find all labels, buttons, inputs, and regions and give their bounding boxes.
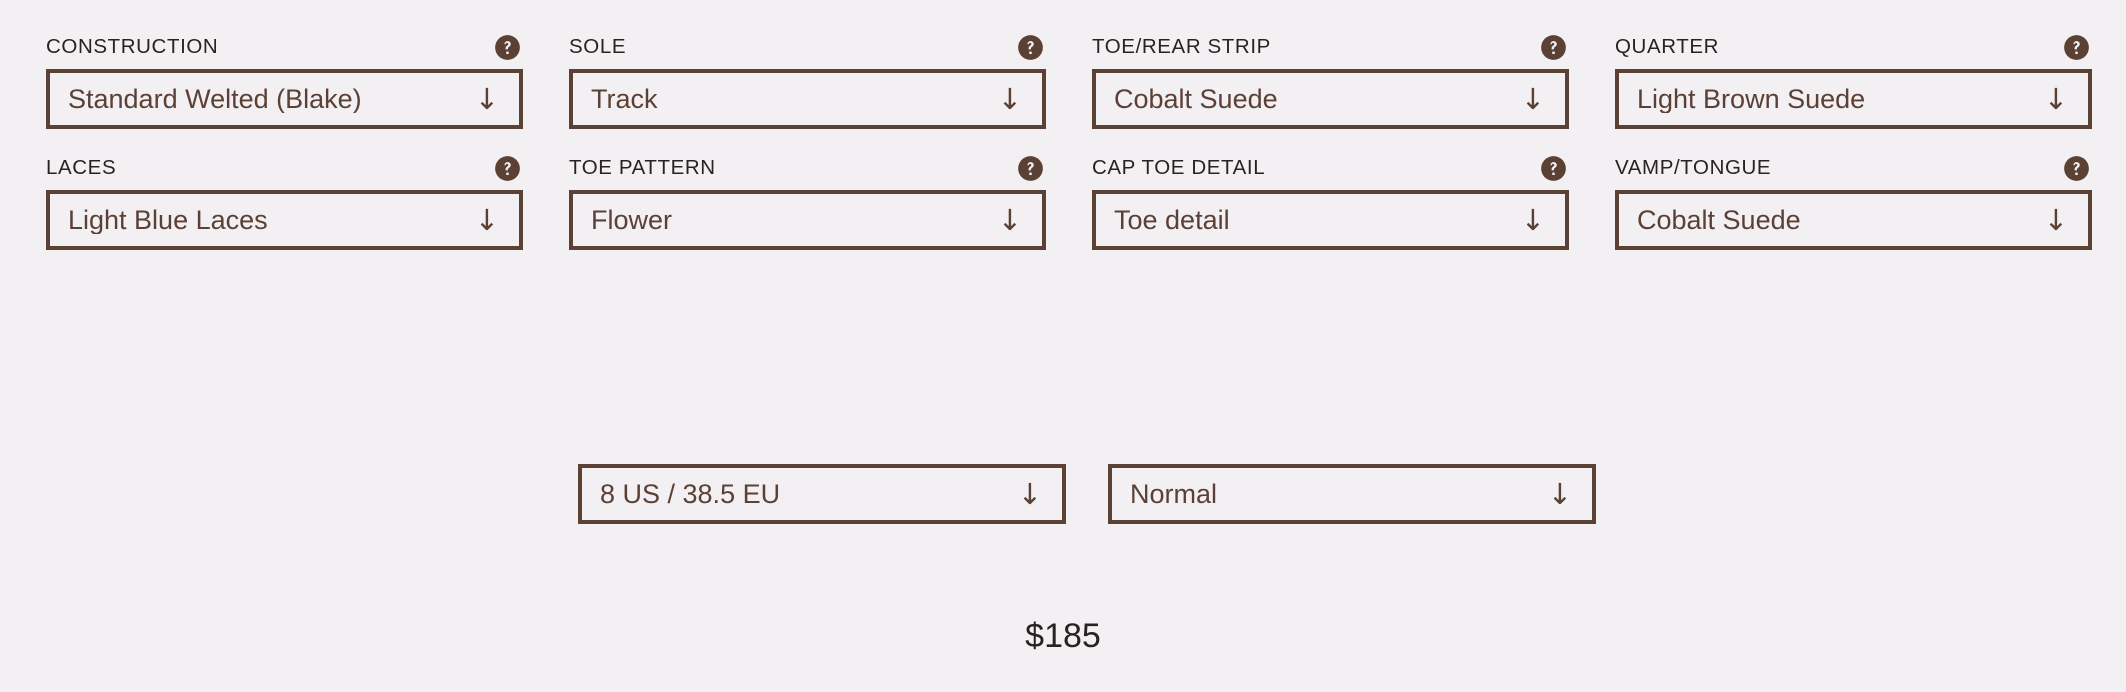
option-header-toe-pattern: TOE PATTERN (569, 155, 1046, 181)
arrow-down-icon: ↓ (474, 202, 499, 237)
option-label-vamp-tongue: VAMP/TONGUE (1615, 156, 1772, 179)
arrow-down-icon: ↓ (1017, 476, 1042, 511)
option-label-cap-toe-detail: CAP TOE DETAIL (1092, 156, 1266, 179)
select-value-sole: Track (591, 85, 658, 113)
help-circle-icon[interactable] (2063, 34, 2090, 61)
option-label-sole: SOLE (569, 35, 627, 58)
help-circle-icon[interactable] (1017, 155, 1044, 182)
option-label-toe-pattern: TOE PATTERN (569, 156, 716, 179)
select-value-toe-rear-strip: Cobalt Suede (1114, 85, 1278, 113)
select-sole[interactable]: Track ↓ (569, 69, 1046, 129)
select-value-toe-pattern: Flower (591, 206, 673, 234)
select-value-vamp-tongue: Cobalt Suede (1637, 206, 1801, 234)
select-toe-pattern[interactable]: Flower ↓ (569, 190, 1046, 250)
shoe-configurator: CONSTRUCTION Standard Welted (Blake) ↓ S… (0, 0, 2126, 692)
arrow-down-icon: ↓ (2043, 202, 2068, 237)
arrow-down-icon: ↓ (1547, 476, 1572, 511)
option-field-toe-pattern: TOE PATTERN Flower ↓ (569, 155, 1046, 250)
option-header-toe-rear-strip: TOE/REAR STRIP (1092, 34, 1569, 60)
arrow-down-icon: ↓ (1520, 202, 1545, 237)
option-field-vamp-tongue: VAMP/TONGUE Cobalt Suede ↓ (1615, 155, 2092, 250)
option-header-sole: SOLE (569, 34, 1046, 60)
option-header-construction: CONSTRUCTION (46, 34, 523, 60)
option-field-laces: LACES Light Blue Laces ↓ (46, 155, 523, 250)
help-circle-icon[interactable] (1017, 34, 1044, 61)
select-value-laces: Light Blue Laces (68, 206, 268, 234)
option-header-vamp-tongue: VAMP/TONGUE (1615, 155, 2092, 181)
select-laces[interactable]: Light Blue Laces ↓ (46, 190, 523, 250)
select-vamp-tongue[interactable]: Cobalt Suede ↓ (1615, 190, 2092, 250)
price-total: $185 (1025, 617, 1101, 655)
arrow-down-icon: ↓ (1520, 81, 1545, 116)
option-label-toe-rear-strip: TOE/REAR STRIP (1092, 35, 1271, 58)
option-field-toe-rear-strip: TOE/REAR STRIP Cobalt Suede ↓ (1092, 34, 1569, 129)
help-circle-icon[interactable] (494, 34, 521, 61)
option-header-quarter: QUARTER (1615, 34, 2092, 60)
option-field-cap-toe-detail: CAP TOE DETAIL Toe detail ↓ (1092, 155, 1569, 250)
option-field-sole: SOLE Track ↓ (569, 34, 1046, 129)
option-label-laces: LACES (46, 156, 117, 179)
arrow-down-icon: ↓ (997, 202, 1022, 237)
option-label-construction: CONSTRUCTION (46, 35, 219, 58)
select-toe-rear-strip[interactable]: Cobalt Suede ↓ (1092, 69, 1569, 129)
arrow-down-icon: ↓ (2043, 81, 2068, 116)
help-circle-icon[interactable] (1540, 155, 1567, 182)
select-construction[interactable]: Standard Welted (Blake) ↓ (46, 69, 523, 129)
help-circle-icon[interactable] (2063, 155, 2090, 182)
option-header-laces: LACES (46, 155, 523, 181)
arrow-down-icon: ↓ (997, 81, 1022, 116)
select-size[interactable]: 8 US / 38.5 EU ↓ (578, 464, 1066, 524)
select-quarter[interactable]: Light Brown Suede ↓ (1615, 69, 2092, 129)
select-value-construction: Standard Welted (Blake) (68, 85, 362, 113)
option-label-quarter: QUARTER (1615, 35, 1720, 58)
option-header-cap-toe-detail: CAP TOE DETAIL (1092, 155, 1569, 181)
select-value-size: 8 US / 38.5 EU (600, 480, 781, 508)
arrow-down-icon: ↓ (474, 81, 499, 116)
option-field-construction: CONSTRUCTION Standard Welted (Blake) ↓ (46, 34, 523, 129)
select-value-width: Normal (1130, 480, 1218, 508)
help-circle-icon[interactable] (494, 155, 521, 182)
option-field-quarter: QUARTER Light Brown Suede ↓ (1615, 34, 2092, 129)
help-circle-icon[interactable] (1540, 34, 1567, 61)
select-value-quarter: Light Brown Suede (1637, 85, 1866, 113)
sizing-row: 8 US / 38.5 EU ↓ Normal ↓ (578, 464, 1596, 524)
option-grid: CONSTRUCTION Standard Welted (Blake) ↓ S… (46, 34, 2092, 250)
select-value-cap-toe-detail: Toe detail (1114, 206, 1230, 234)
select-width[interactable]: Normal ↓ (1108, 464, 1596, 524)
select-cap-toe-detail[interactable]: Toe detail ↓ (1092, 190, 1569, 250)
